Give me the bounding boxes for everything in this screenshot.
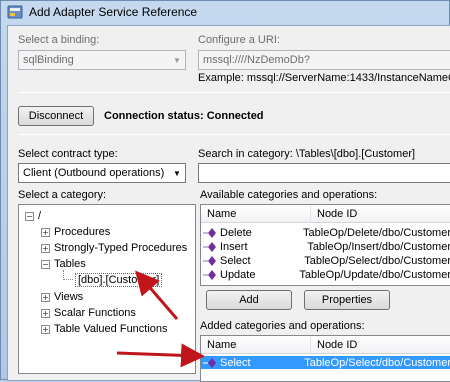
dialog-window: Add Adapter Service Reference Select a b… <box>0 0 450 382</box>
arrow-to-customer-node <box>135 270 179 320</box>
annotation-arrows <box>116 270 205 368</box>
arrow-to-added-select <box>116 343 205 368</box>
